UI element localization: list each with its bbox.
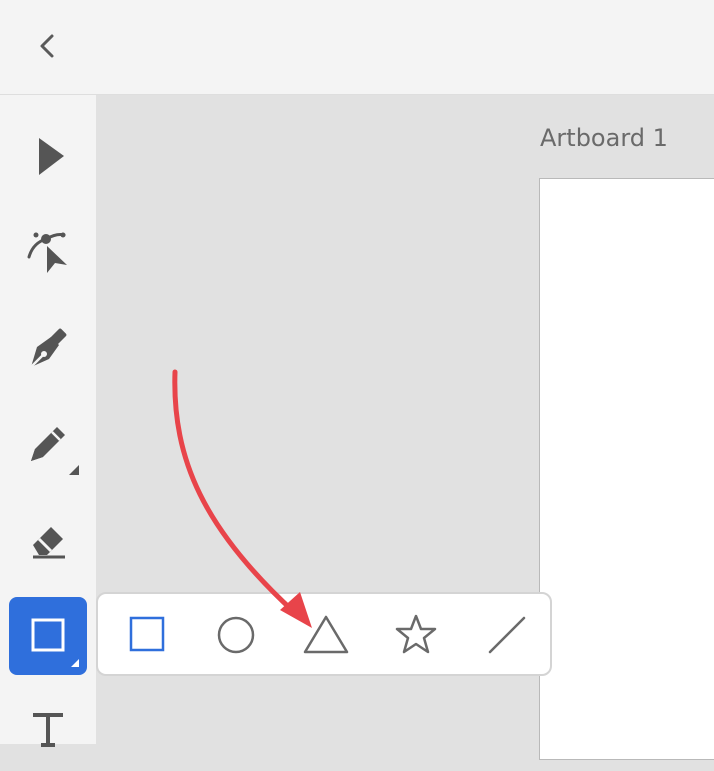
shape-option-rectangle[interactable] — [108, 594, 188, 674]
eraser-icon — [33, 527, 65, 559]
node-select-icon — [27, 232, 67, 273]
artboard-label[interactable]: Artboard 1 — [540, 124, 668, 152]
select-tool-button[interactable] — [9, 117, 87, 195]
submenu-indicator-icon — [69, 465, 79, 475]
submenu-indicator-icon — [71, 659, 79, 667]
arrow-cursor-icon — [39, 138, 64, 175]
text-t-icon — [33, 713, 63, 747]
tool-palette — [0, 95, 96, 747]
top-bar — [0, 0, 714, 95]
shape-flyout-menu — [96, 592, 552, 676]
pencil-icon — [31, 427, 79, 475]
shape-option-line[interactable] — [468, 594, 548, 674]
rectangle-icon — [31, 618, 79, 667]
pencil-tool-button[interactable] — [9, 405, 87, 483]
artboard[interactable] — [539, 178, 714, 760]
shape-option-star[interactable] — [378, 594, 458, 674]
pen-nib-icon — [30, 328, 67, 368]
text-tool-button[interactable] — [9, 693, 87, 771]
triangle-icon — [303, 615, 349, 654]
chevron-left-icon — [40, 34, 54, 58]
shape-tool-button[interactable] — [9, 597, 87, 675]
pen-tool-button[interactable] — [9, 309, 87, 387]
direct-select-tool-button[interactable] — [9, 213, 87, 291]
rectangle-icon — [129, 616, 165, 652]
star-icon — [395, 614, 437, 654]
eraser-tool-button[interactable] — [9, 501, 87, 579]
back-button[interactable] — [30, 28, 66, 64]
line-icon — [488, 616, 526, 654]
shape-option-triangle[interactable] — [288, 594, 368, 674]
circle-icon — [217, 616, 255, 654]
shape-option-ellipse[interactable] — [198, 594, 278, 674]
